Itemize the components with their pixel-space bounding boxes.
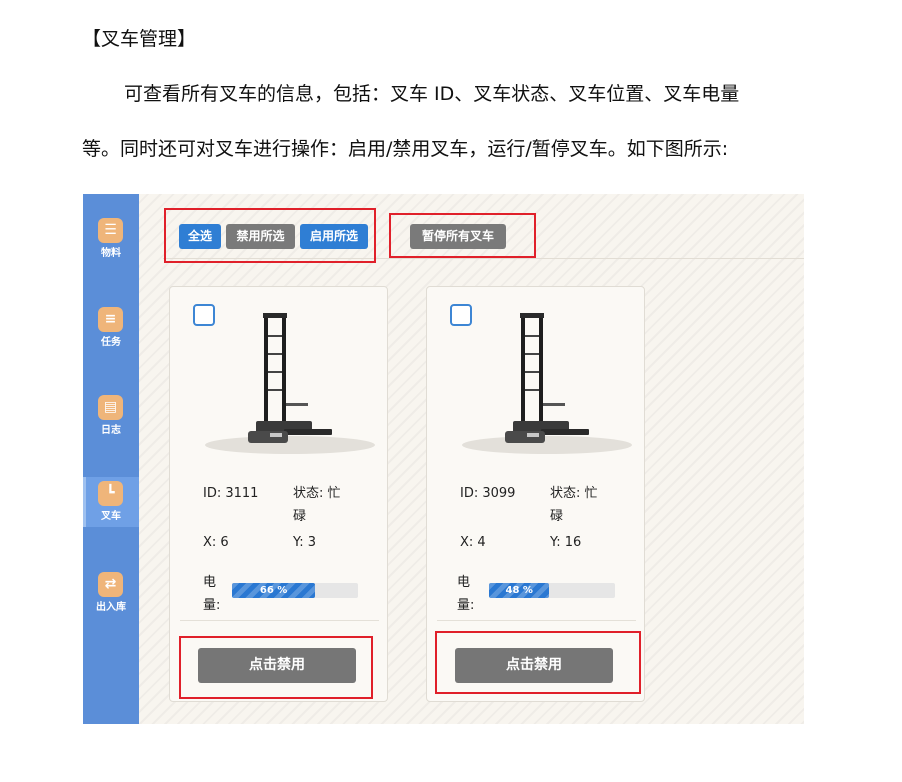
- status-line-2: 碌: [293, 509, 307, 524]
- sidebar-item-forklift[interactable]: ┗ 叉车: [83, 477, 139, 527]
- forklift-x: X: 6: [203, 535, 229, 550]
- status-line-2: 碌: [550, 509, 564, 524]
- sidebar-item-tasks[interactable]: ≡ 任务: [83, 303, 139, 355]
- battery-label-line-1: 电: [203, 575, 217, 590]
- forklift-x: X: 4: [460, 535, 486, 550]
- forklift-management-screenshot: ☰ 物料 ≡ 任务 ▤ 日志 ┗ 叉车 ⇄ 出入库 全选 禁用所选 启用所选 暂…: [83, 194, 804, 724]
- section-heading: 【叉车管理】: [82, 28, 197, 50]
- battery-label-line-1: 电: [457, 575, 471, 590]
- battery-value: 66 %: [259, 585, 288, 596]
- paragraph-line-2: 等。同时还可对叉车进行操作：启用/禁用叉车，运行/暂停叉车。如下图所示:: [82, 138, 729, 160]
- sidebar-item-label: 物料: [101, 248, 121, 259]
- paragraph-line-1: 可查看所有叉车的信息，包括：叉车 ID、叉车状态、叉车位置、叉车电量: [124, 83, 740, 105]
- forklift-y: Y: 3: [293, 535, 316, 550]
- select-checkbox[interactable]: [193, 304, 215, 326]
- forklift-icon: ┗: [98, 481, 123, 506]
- swap-icon: ⇄: [98, 572, 123, 597]
- battery-label: 电 量:: [457, 571, 474, 617]
- highlight-box: [164, 208, 376, 263]
- highlight-box: [389, 213, 536, 258]
- forklift-status: 状态: 忙 碌: [550, 482, 598, 528]
- sidebar-item-label: 出入库: [96, 602, 126, 613]
- battery-progress: 66 %: [232, 583, 358, 598]
- battery-progress: 48 %: [489, 583, 615, 598]
- sidebar-item-label: 叉车: [101, 511, 121, 522]
- battery-value: 48 %: [505, 585, 533, 596]
- card-divider: [180, 620, 379, 621]
- forklift-id: ID: 3099: [460, 486, 516, 501]
- sidebar: ☰ 物料 ≡ 任务 ▤ 日志 ┗ 叉车 ⇄ 出入库: [83, 194, 139, 724]
- card-divider: [437, 620, 636, 621]
- sidebar-item-inbound-outbound[interactable]: ⇄ 出入库: [83, 568, 139, 620]
- select-checkbox[interactable]: [450, 304, 472, 326]
- forklift-image: [447, 305, 633, 455]
- highlight-box: [435, 631, 641, 694]
- main-content: 全选 禁用所选 启用所选 暂停所有叉车 ID: 3111 状态: 忙 碌 X: …: [139, 194, 804, 724]
- sidebar-item-logs[interactable]: ▤ 日志: [83, 391, 139, 443]
- highlight-box: [179, 636, 373, 699]
- sidebar-item-materials[interactable]: ☰ 物料: [83, 214, 139, 266]
- forklift-id: ID: 3111: [203, 486, 259, 501]
- sidebar-item-label: 日志: [101, 425, 121, 436]
- forklift-y: Y: 16: [550, 535, 582, 550]
- status-line-1: 状态: 忙: [293, 486, 341, 501]
- document-icon: ▤: [98, 395, 123, 420]
- tasks-icon: ≡: [98, 307, 123, 332]
- battery-label-line-2: 量:: [203, 598, 221, 613]
- list-icon: ☰: [98, 218, 123, 243]
- sidebar-item-label: 任务: [101, 337, 121, 348]
- status-line-1: 状态: 忙: [550, 486, 598, 501]
- battery-label: 电 量:: [203, 571, 220, 617]
- forklift-image: [190, 305, 376, 455]
- battery-label-line-2: 量:: [457, 598, 475, 613]
- forklift-status: 状态: 忙 碌: [293, 482, 341, 528]
